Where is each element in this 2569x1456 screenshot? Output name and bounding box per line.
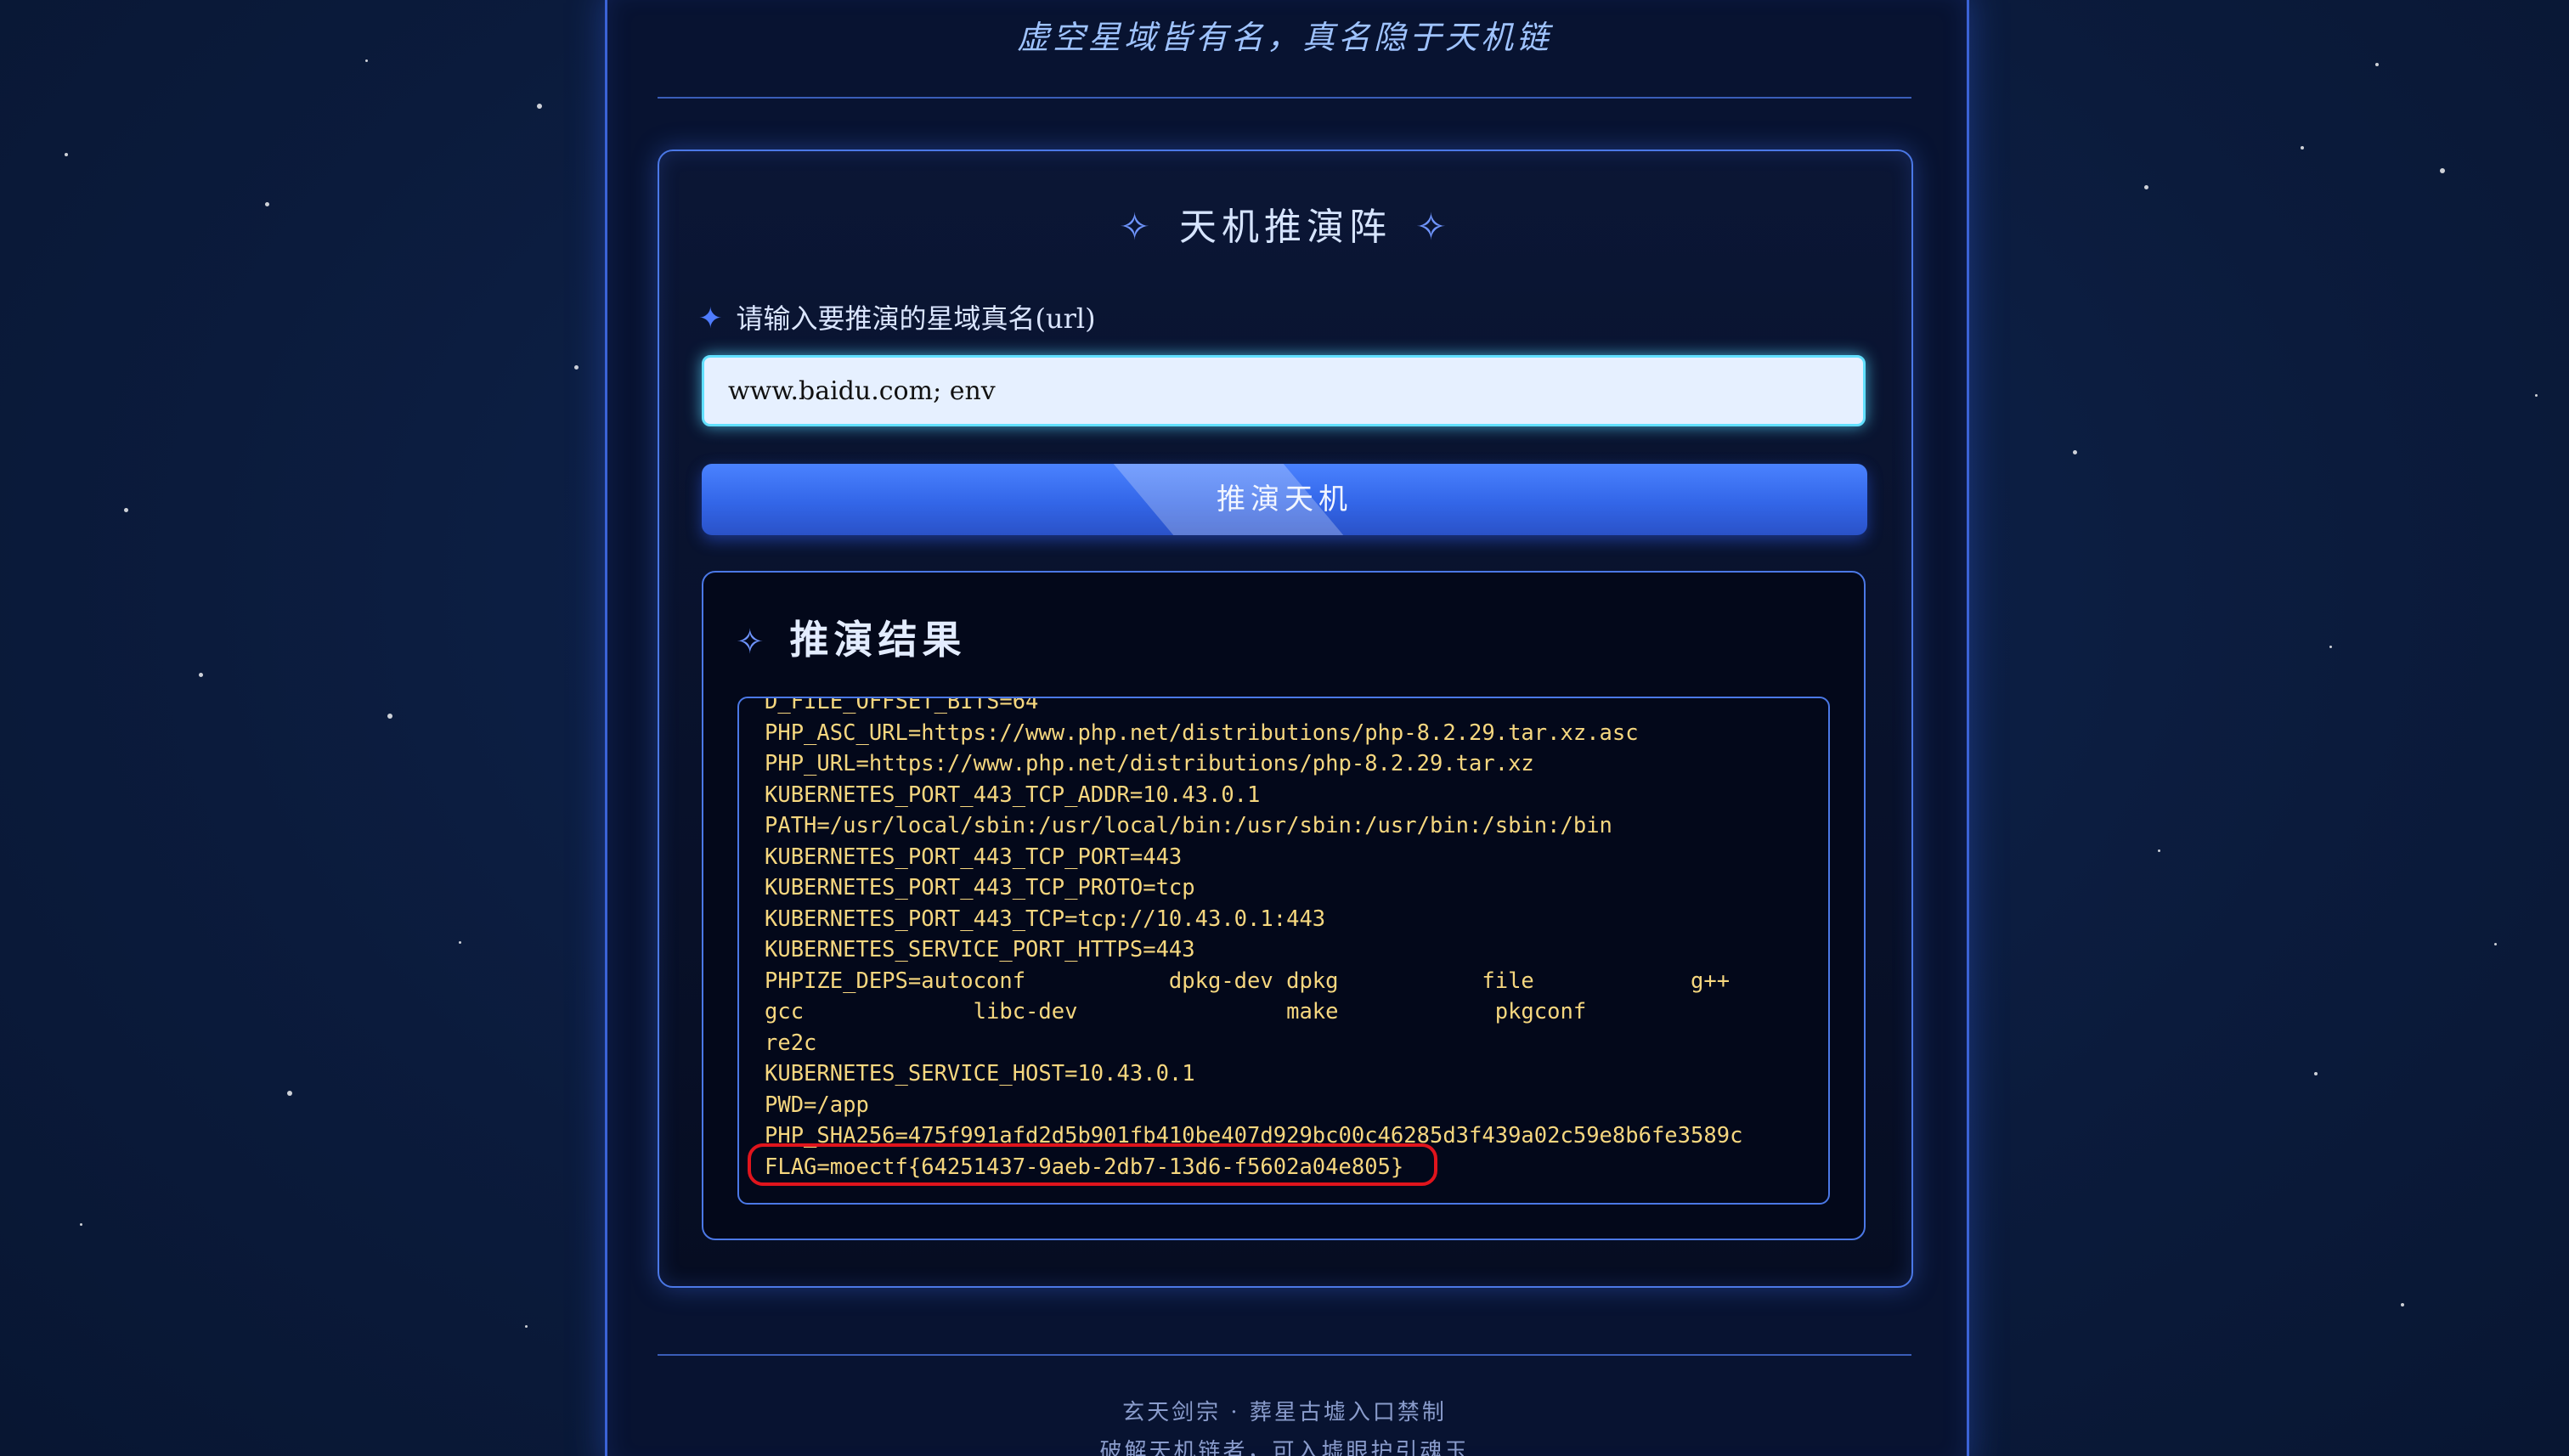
star <box>525 1325 528 1328</box>
panel-title: ✧ 天机推演阵 ✧ <box>658 200 1913 255</box>
output-line: PHP_ASC_URL=https://www.php.net/distribu… <box>765 720 1639 746</box>
submit-button-label: 推演天机 <box>1217 483 1352 516</box>
url-input-label: ✦ 请输入要推演的星域真名(url) <box>698 297 1096 340</box>
star <box>2314 1072 2318 1075</box>
panel-title-text: 天机推演阵 <box>1179 206 1392 249</box>
top-divider <box>658 97 1911 99</box>
output-line: re2c <box>765 1030 817 1056</box>
star <box>459 941 461 944</box>
output-line: gcc libc-dev make pkgconf <box>765 999 1587 1024</box>
result-title-text: 推演结果 <box>789 617 967 663</box>
output-line: PHP_URL=https://www.php.net/distribution… <box>765 751 1534 776</box>
star <box>537 104 542 109</box>
output-line: PATH=/usr/local/sbin:/usr/local/bin:/usr… <box>765 813 1612 838</box>
star <box>124 508 128 512</box>
star <box>2440 168 2445 173</box>
star <box>2401 1303 2404 1306</box>
output-line: PHPIZE_DEPS=autoconf dpkg-dev dpkg file … <box>765 968 1731 994</box>
url-input-label-text: 请输入要推演的星域真名(url) <box>736 302 1096 335</box>
output-line: KUBERNETES_SERVICE_PORT_HTTPS=443 <box>765 937 1195 962</box>
output-line: KUBERNETES_PORT_443_TCP=tcp://10.43.0.1:… <box>765 906 1326 932</box>
output-line: KUBERNETES_SERVICE_HOST=10.43.0.1 <box>765 1061 1195 1086</box>
star <box>2375 63 2379 66</box>
url-input[interactable] <box>702 355 1866 426</box>
footer-subtext: 破解天机链者，可入墟眼护引魂玉 <box>1099 1439 1470 1456</box>
output-line: PWD=/app <box>765 1092 869 1118</box>
star <box>199 673 203 677</box>
star <box>2494 943 2497 945</box>
star <box>2535 394 2538 397</box>
star <box>2158 849 2160 852</box>
submit-button[interactable]: 推演天机 <box>702 464 1867 535</box>
star <box>2073 450 2077 454</box>
star <box>287 1091 292 1096</box>
result-title: ✧ 推演结果 <box>736 610 967 669</box>
four-point-star-icon: ✧ <box>1415 206 1452 249</box>
output-line: KUBERNETES_PORT_443_TCP_PROTO=tcp <box>765 875 1195 900</box>
star <box>65 153 68 156</box>
four-point-star-icon: ✧ <box>736 623 770 662</box>
flag-highlight-annotation <box>748 1143 1437 1186</box>
command-output[interactable]: D_FILE_OFFSET_BITS=64 PHP_ASC_URL=https:… <box>737 697 1830 1205</box>
footer-divider <box>658 1354 1911 1356</box>
star <box>574 365 579 370</box>
output-line: KUBERNETES_PORT_443_TCP_PORT=443 <box>765 844 1183 870</box>
star <box>2301 146 2304 150</box>
footer-text: 玄天剑宗 · 葬星古墟入口禁制 <box>1122 1400 1447 1425</box>
output-line: KUBERNETES_PORT_443_TCP_ADDR=10.43.0.1 <box>765 782 1261 808</box>
four-point-star-icon: ✦ <box>698 302 723 336</box>
star <box>80 1223 82 1226</box>
command-output-lines: D_FILE_OFFSET_BITS=64 PHP_ASC_URL=https:… <box>765 697 1742 1182</box>
star <box>265 202 269 206</box>
star <box>2144 185 2148 189</box>
star <box>387 714 392 719</box>
output-line: D_FILE_OFFSET_BITS=64 <box>765 697 1039 714</box>
page-subtitle: 虚空星域皆有名，真名隐于天机链 <box>1016 19 1552 56</box>
four-point-star-icon: ✧ <box>1119 206 1155 249</box>
star <box>365 59 368 62</box>
star <box>2329 646 2332 648</box>
